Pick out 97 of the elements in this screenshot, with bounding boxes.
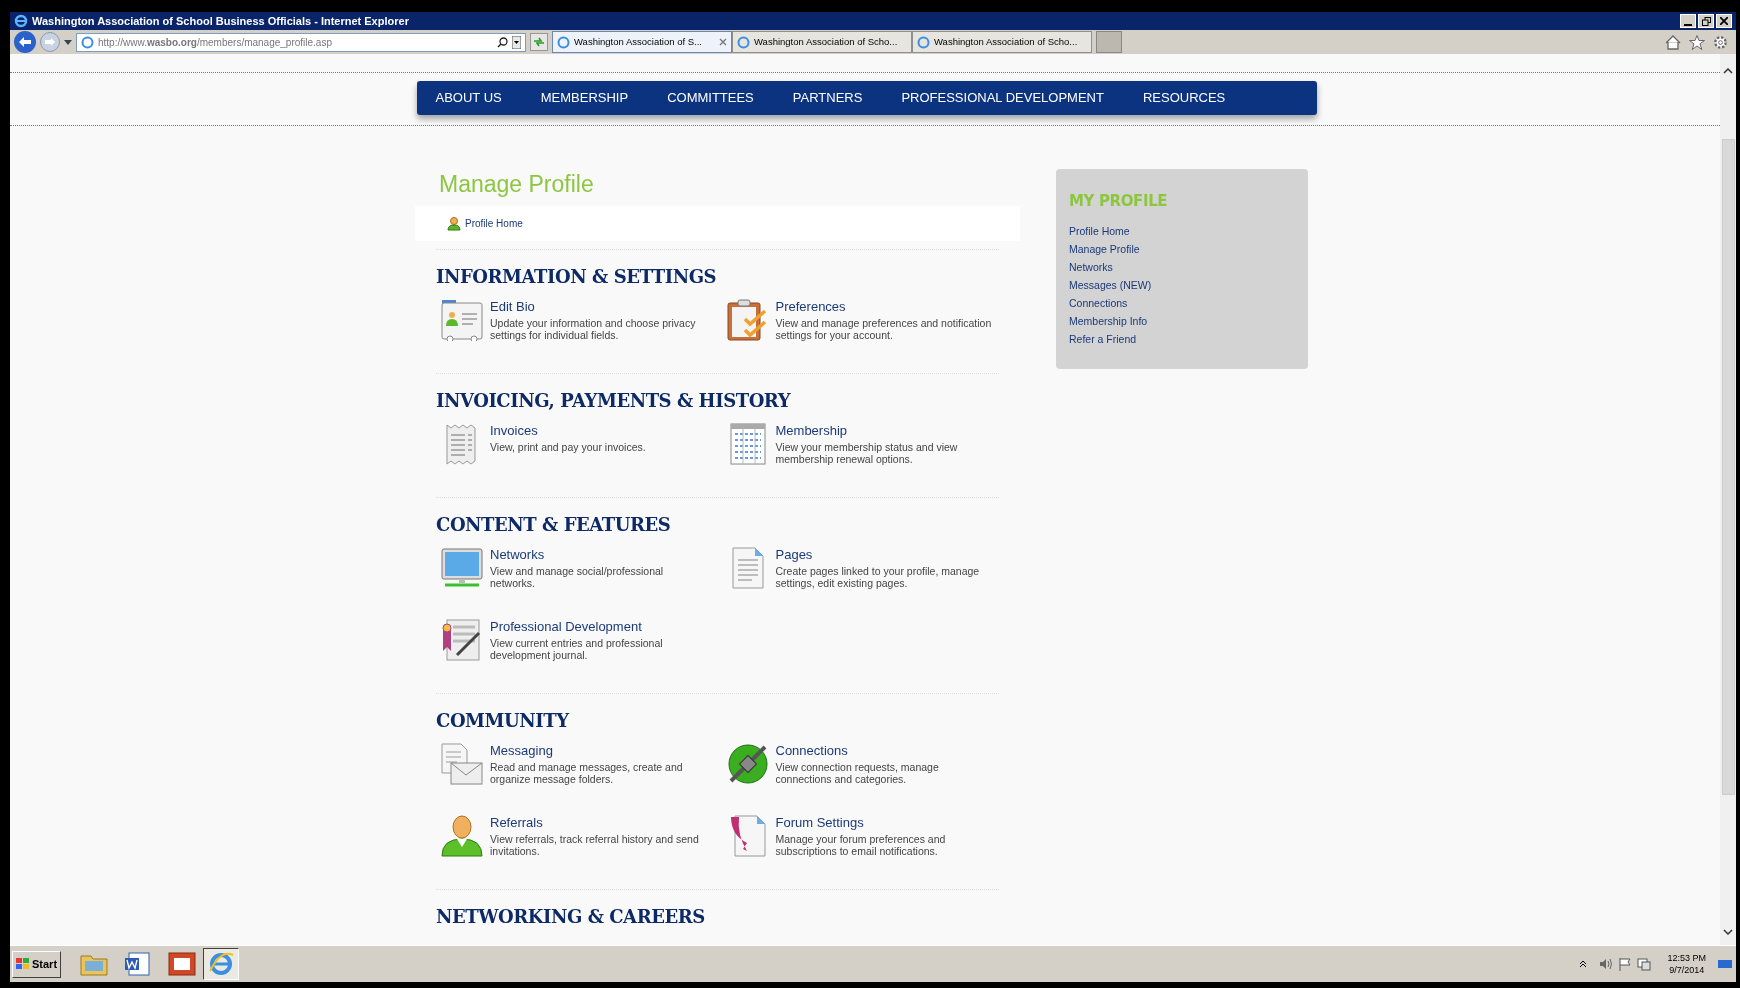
sidebar-title: MY PROFILE xyxy=(1069,191,1169,210)
close-button[interactable] xyxy=(1716,14,1732,28)
item-description: Manage your forum preferences and subscriptions to email notifications. xyxy=(775,833,947,857)
browser-logo-icon xyxy=(208,951,235,977)
section-heading: INVOICING, PAYMENTS & HISTORY xyxy=(436,389,792,411)
window-title: Washington Association of School Business Officials - Internet Explorer xyxy=(32,13,410,29)
browser-logo-icon xyxy=(14,14,28,28)
sidebar-link[interactable]: Membership Info xyxy=(1069,312,1148,330)
nav-link[interactable]: COMMITTEES xyxy=(667,88,754,108)
browser-taskbar-button[interactable] xyxy=(203,948,240,980)
id-card-icon xyxy=(441,299,483,341)
page-icon xyxy=(737,35,750,49)
url-text: http://www.wasbo.org/members/manage_profile.asp xyxy=(98,35,333,50)
clipboard-check-icon xyxy=(726,299,769,341)
item-description: View referrals, track referral history and send invitations. xyxy=(490,833,700,857)
browser-tab[interactable]: Washington Association of S... xyxy=(552,31,732,53)
section-heading: CONTENT & FEATURES xyxy=(436,513,672,535)
presentation-icon[interactable] xyxy=(167,951,198,977)
minimize-button[interactable] xyxy=(1680,14,1696,28)
speaker-icon[interactable] xyxy=(1599,958,1614,970)
search-icon xyxy=(497,36,508,48)
item-title-link[interactable]: Networks xyxy=(490,547,710,563)
clock-date: 9/7/2014 xyxy=(1669,964,1705,976)
sidebar-link[interactable]: Messages (NEW) xyxy=(1069,276,1152,294)
close-icon xyxy=(1720,17,1728,25)
page-icon xyxy=(917,35,930,49)
sidebar-link[interactable]: Networks xyxy=(1069,258,1113,276)
section-heading: NETWORKING & CAREERS xyxy=(436,905,706,927)
minimize-icon xyxy=(1684,24,1692,27)
tray-chevron-icon[interactable] xyxy=(1579,960,1588,968)
dropdown-caret-icon xyxy=(64,39,72,45)
back-button[interactable] xyxy=(14,31,36,53)
scroll-up-icon[interactable] xyxy=(1723,68,1733,74)
item-description: View and manage social/professional networks. xyxy=(490,565,665,589)
item-title-link[interactable]: Referrals xyxy=(490,815,710,831)
item-description: View your membership status and view membership renewal options. xyxy=(775,441,959,465)
page-title: Manage Profile xyxy=(439,170,595,197)
settings-icon[interactable] xyxy=(1713,34,1728,50)
restore-icon xyxy=(1701,16,1711,26)
item-title-link[interactable]: Pages xyxy=(775,547,996,563)
browser-tab[interactable]: Washington Association of Scho... xyxy=(912,31,1092,53)
person-icon xyxy=(441,815,483,857)
item-description: View, print and pay your invoices. xyxy=(490,441,647,453)
plug-icon xyxy=(726,743,769,785)
address-field[interactable]: http://www.wasbo.org/members/manage_profile.asp xyxy=(76,32,526,52)
person-icon xyxy=(447,216,461,231)
sidebar-link[interactable]: Manage Profile xyxy=(1069,240,1140,258)
back-arrow-icon xyxy=(19,37,31,47)
profile-home-link[interactable]: Profile Home xyxy=(465,216,523,231)
section-heading: COMMUNITY xyxy=(436,709,571,731)
scroll-down-icon[interactable] xyxy=(1723,929,1733,935)
monitor-icon xyxy=(441,547,483,589)
start-button[interactable]: Start xyxy=(12,950,62,978)
page-icon xyxy=(557,35,570,49)
close-tab-icon[interactable] xyxy=(719,38,727,46)
sidebar-link[interactable]: Profile Home xyxy=(1069,222,1130,240)
certificate-pen-icon xyxy=(441,619,483,661)
item-title-link[interactable]: Forum Settings xyxy=(775,815,996,831)
show-desktop-icon[interactable] xyxy=(1718,958,1732,970)
nav-link[interactable]: MEMBERSHIP xyxy=(540,88,629,108)
page-icon xyxy=(81,35,94,49)
refresh-button[interactable] xyxy=(530,33,548,51)
item-title-link[interactable]: Professional Development xyxy=(490,619,710,635)
envelope-document-icon xyxy=(441,743,483,785)
item-description: Read and manage messages, create and organize message folders. xyxy=(490,761,684,785)
dropdown-caret-icon xyxy=(512,35,521,49)
item-title-link[interactable]: Preferences xyxy=(775,299,996,315)
sidebar-link[interactable]: Connections xyxy=(1069,294,1128,312)
item-description: View and manage preferences and notification settings for your account. xyxy=(775,317,993,341)
item-description: Update your information and choose privacy settings for individual fields. xyxy=(490,317,697,341)
home-icon[interactable] xyxy=(1665,34,1681,50)
item-description: Create pages linked to your profile, manage settings, edit existing pages. xyxy=(775,565,981,589)
network-icon[interactable] xyxy=(1637,957,1652,971)
item-title-link[interactable]: Membership xyxy=(775,423,996,439)
scrollbar[interactable] xyxy=(1720,54,1736,945)
nav-link[interactable]: RESOURCES xyxy=(1142,88,1226,108)
nav-link[interactable]: ABOUT US xyxy=(435,88,502,108)
windows-logo-icon xyxy=(16,958,30,970)
refresh-icon xyxy=(533,37,545,47)
forward-arrow-icon xyxy=(45,38,55,46)
item-title-link[interactable]: Invoices xyxy=(490,423,710,439)
item-description: View connection requests, manage connections and categories. xyxy=(775,761,940,785)
forward-button[interactable] xyxy=(40,32,60,52)
nav-link[interactable]: PARTNERS xyxy=(792,88,863,108)
flag-icon[interactable] xyxy=(1619,957,1632,971)
sidebar-link[interactable]: Refer a Friend xyxy=(1069,330,1137,348)
star-icon[interactable] xyxy=(1689,34,1705,50)
clock-time: 12:53 PM xyxy=(1667,952,1706,964)
item-title-link[interactable]: Edit Bio xyxy=(490,299,710,315)
restore-button[interactable] xyxy=(1698,14,1714,28)
item-title-link[interactable]: Messaging xyxy=(490,743,710,759)
browser-tab[interactable]: Washington Association of Scho... xyxy=(732,31,912,53)
nav-link[interactable]: PROFESSIONAL DEVELOPMENT xyxy=(901,88,1104,108)
item-description: View current entries and professional development journal. xyxy=(490,637,664,661)
item-title-link[interactable]: Connections xyxy=(775,743,996,759)
scrollbar-thumb[interactable] xyxy=(1721,139,1735,795)
section-heading: INFORMATION & SETTINGS xyxy=(436,265,718,287)
